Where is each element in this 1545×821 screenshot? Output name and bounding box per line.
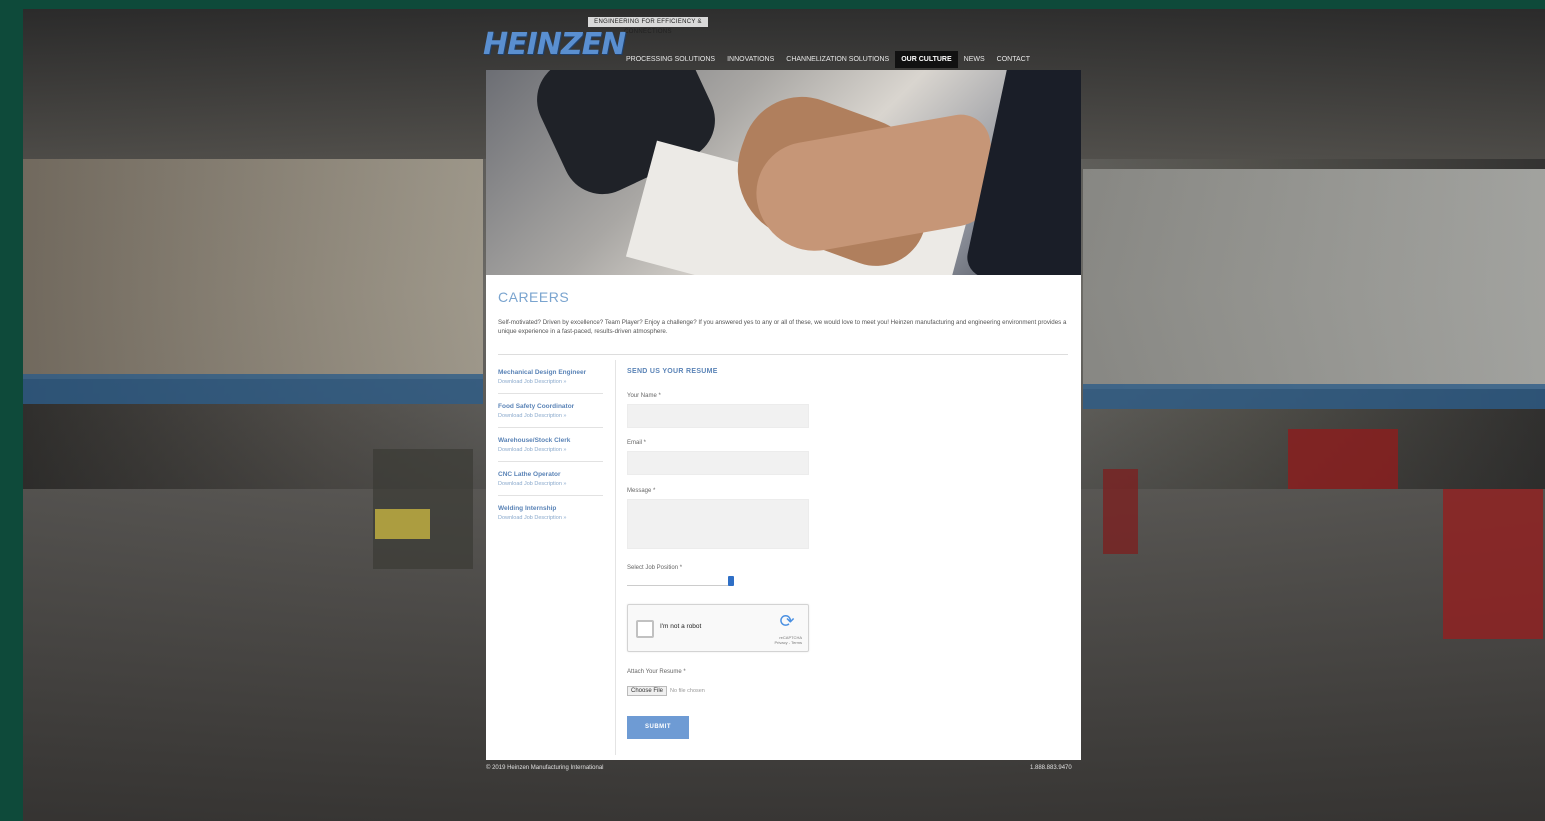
job-item: Welding Internship Download Job Descript… — [498, 502, 603, 529]
job-download-link[interactable]: Download Job Description » — [498, 412, 603, 421]
recaptcha-privacy: reCAPTCHA Privacy - Terms — [775, 635, 802, 645]
main-nav: PROCESSING SOLUTIONS INNOVATIONS CHANNEL… — [620, 51, 1036, 68]
recaptcha-icon: ⟳ — [779, 611, 795, 631]
bg-stripe-right — [1083, 384, 1545, 409]
submit-button[interactable]: SUBMIT — [627, 716, 689, 739]
message-label: Message * — [627, 488, 656, 494]
email-input[interactable] — [627, 451, 809, 475]
job-title-link[interactable]: Food Safety Coordinator — [498, 402, 603, 412]
email-label: Email * — [627, 440, 647, 446]
job-item: Warehouse/Stock Clerk Download Job Descr… — [498, 434, 603, 462]
bg-wall-left — [23, 159, 483, 379]
job-download-link[interactable]: Download Job Description » — [498, 378, 603, 387]
recaptcha-widget: I'm not a robot ⟳ reCAPTCHA Privacy - Te… — [627, 604, 809, 652]
logo-tagline: ENGINEERING FOR EFFICIENCY & CONNECTIONS — [588, 17, 708, 35]
nav-item-innovations[interactable]: INNOVATIONS — [721, 51, 780, 68]
divider — [498, 354, 1068, 355]
job-title-link[interactable]: CNC Lathe Operator — [498, 470, 603, 480]
intro-text: Self-motivated? Driven by excellence? Te… — [498, 319, 1067, 335]
logo-wordmark: HEINZEN — [483, 27, 626, 62]
name-label: Your Name * — [627, 393, 661, 399]
job-item: Mechanical Design Engineer Download Job … — [498, 366, 603, 394]
footer-copyright: © 2019 Heinzen Manufacturing Internation… — [486, 765, 604, 771]
nav-item-channelization-solutions[interactable]: CHANNELIZATION SOLUTIONS — [780, 51, 895, 68]
resume-form: SEND US YOUR RESUME Your Name * Email * … — [627, 368, 827, 739]
page-title: CAREERS — [498, 289, 570, 305]
file-status: No file chosen — [670, 688, 705, 694]
nav-item-processing-solutions[interactable]: PROCESSING SOLUTIONS — [620, 51, 721, 68]
job-download-link[interactable]: Download Job Description » — [498, 480, 603, 489]
job-item: Food Safety Coordinator Download Job Des… — [498, 400, 603, 428]
hero-handshake-image — [486, 70, 1081, 275]
job-title-link[interactable]: Welding Internship — [498, 504, 603, 514]
site-logo[interactable]: ENGINEERING FOR EFFICIENCY & CONNECTIONS… — [483, 17, 708, 62]
nav-item-contact[interactable]: CONTACT — [991, 51, 1036, 68]
bg-machine — [1103, 469, 1138, 554]
nav-item-our-culture[interactable]: OUR CULTURE — [895, 51, 958, 68]
recaptcha-terms: Privacy - Terms — [774, 640, 802, 645]
nav-item-news[interactable]: NEWS — [958, 51, 991, 68]
recaptcha-label: I'm not a robot — [660, 623, 702, 630]
name-input[interactable] — [627, 404, 809, 428]
recaptcha-checkbox[interactable] — [636, 620, 654, 638]
job-title-link[interactable]: Mechanical Design Engineer — [498, 368, 603, 378]
message-textarea[interactable] — [627, 499, 809, 549]
job-item: CNC Lathe Operator Download Job Descript… — [498, 468, 603, 496]
select-arrow-icon — [728, 576, 734, 586]
footer-phone[interactable]: 1.888.883.9470 — [1030, 765, 1072, 771]
job-list: Mechanical Design Engineer Download Job … — [498, 366, 603, 535]
bg-forklift-body — [375, 509, 430, 539]
job-download-link[interactable]: Download Job Description » — [498, 446, 603, 455]
job-title-link[interactable]: Warehouse/Stock Clerk — [498, 436, 603, 446]
form-heading: SEND US YOUR RESUME — [627, 368, 718, 375]
bg-wall-right — [1083, 169, 1545, 389]
bg-machine — [1288, 429, 1398, 489]
job-download-link[interactable]: Download Job Description » — [498, 514, 603, 523]
job-position-label: Select Job Position * — [627, 565, 683, 571]
bg-machine — [1443, 489, 1543, 639]
bg-stripe-left — [23, 374, 483, 404]
job-position-select[interactable] — [627, 576, 734, 586]
careers-card: CAREERS Self-motivated? Driven by excell… — [486, 70, 1081, 760]
choose-file-button[interactable]: Choose File — [627, 686, 668, 696]
column-divider — [615, 360, 616, 755]
